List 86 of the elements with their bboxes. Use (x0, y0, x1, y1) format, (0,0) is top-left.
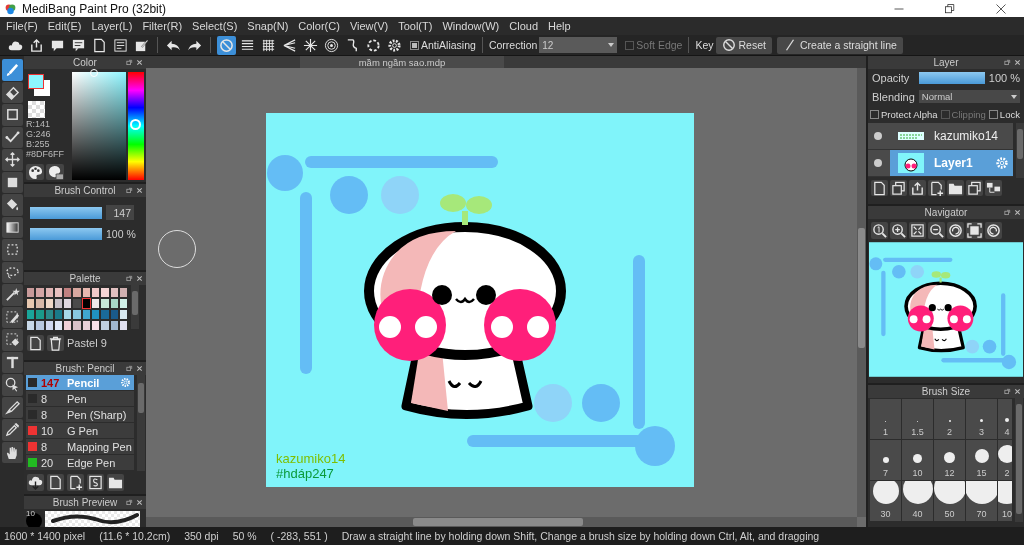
blending-label: Blending (872, 90, 915, 103)
brush-size-preset[interactable]: 15 (966, 440, 997, 480)
status-text: 50 % (232, 530, 257, 542)
brush-item[interactable]: 8 Pen (26, 391, 134, 407)
panel-title: Brush Preview (52, 497, 118, 508)
status-text: Draw a straight line by holding down Shift, Change a brush size by holding down Ctrl, Alt, and dragging (341, 530, 820, 542)
rgb-value: R:141 (26, 119, 52, 129)
straight-line-button[interactable]: Create a straight line (776, 36, 903, 54)
panel-title: Brush Size (921, 386, 971, 397)
brush-size-preset[interactable]: 1 (870, 399, 901, 439)
rgb-value: G:246 (26, 129, 52, 139)
brush-item[interactable]: 8 Pen (Sharp) (26, 407, 134, 423)
brush-size-preset[interactable]: 4 (998, 399, 1012, 439)
brush-size-preset[interactable]: 2 (998, 440, 1012, 480)
reset-button[interactable]: Reset (715, 36, 772, 54)
brush-size-preset[interactable]: 50 (934, 481, 965, 521)
brush-size-preset[interactable]: 7 (870, 440, 901, 480)
brush-item[interactable]: 10 G Pen (26, 423, 134, 439)
correction-label: Correction (488, 39, 538, 51)
brush-size-preset[interactable]: 40 (902, 481, 933, 521)
panel-title: Palette (69, 273, 101, 284)
menu-item[interactable]: Help (544, 20, 575, 32)
soft-edge-label: Soft Edge (636, 39, 683, 51)
menu-item[interactable]: Layer(L) (87, 20, 137, 32)
status-text: ( -283, 551 ) (270, 530, 328, 542)
brush-size-preset[interactable]: 30 (870, 481, 901, 521)
window-title: MediBang Paint Pro (32bit) (22, 1, 167, 16)
option-label: Protect Alpha (881, 109, 938, 120)
brush-name: Pencil (67, 376, 101, 389)
brush-preview-size: 10 (26, 509, 35, 518)
brush-size: 147 (41, 376, 61, 389)
layer-name: kazumiko14 (934, 129, 999, 143)
menu-item[interactable]: Snap(N) (243, 20, 293, 32)
menu-item[interactable]: Cloud (505, 20, 542, 32)
option-label: Clipping (951, 109, 986, 120)
brush-size-preset[interactable]: 10 (998, 481, 1012, 521)
panel-title: Brush Control (54, 185, 116, 196)
hex-value: #8DF6FF (26, 149, 65, 159)
brush-size-field[interactable]: 147 (106, 205, 134, 220)
brush-size: 8 (41, 440, 49, 453)
brush-name: Mapping Pen (67, 440, 133, 453)
menu-item[interactable]: Edit(E) (43, 20, 86, 32)
panel-title: Brush: Pencil (55, 363, 115, 374)
antialiasing-label: AntiAliasing (421, 39, 476, 51)
brush-size: 10 (41, 424, 55, 437)
panel-title: Color (73, 57, 97, 68)
opacity-label: Opacity (872, 72, 910, 84)
menu-item[interactable]: Filter(R) (138, 20, 187, 32)
status-text: (11.6 * 10.2cm) (99, 530, 171, 542)
document-tab[interactable]: mầm ngầm sao.mdp (300, 56, 504, 68)
opacity-value: 100 % (106, 228, 136, 240)
brush-item[interactable]: 8 Mapping Pen (26, 439, 134, 455)
signature-text: kazumiko14 (276, 451, 346, 466)
brush-size-preset[interactable]: 70 (966, 481, 997, 521)
layer-name: Layer1 (934, 156, 973, 170)
brush-name: G Pen (67, 424, 100, 437)
brush-item[interactable]: 20 Edge Pen (26, 455, 134, 471)
brush-name: Edge Pen (67, 456, 117, 469)
brush-size: 8 (41, 392, 49, 405)
menu-item[interactable]: File(F) (2, 20, 42, 32)
key-label: Key (695, 39, 714, 51)
menu-item[interactable]: View(V) (345, 20, 393, 32)
brush-size-preset[interactable]: 12 (934, 440, 965, 480)
opacity-value: 100 % (988, 72, 1020, 84)
brush-size: 20 (41, 456, 55, 469)
menu-item[interactable]: Window(W) (438, 20, 504, 32)
blending-dropdown[interactable]: Normal (918, 90, 1020, 103)
brush-size-preset[interactable]: 2 (934, 399, 965, 439)
brush-size-preset[interactable]: 3 (966, 399, 997, 439)
brush-name: Pen (67, 392, 88, 405)
menu-item[interactable]: Select(S) (188, 20, 242, 32)
panel-title: Navigator (924, 207, 968, 218)
brush-size: 8 (41, 408, 49, 421)
status-text: 350 dpi (184, 530, 219, 542)
palette-name: Pastel 9 (67, 337, 107, 349)
option-label: Lock (999, 109, 1020, 120)
menu-item[interactable]: Tool(T) (394, 20, 437, 32)
brush-size-preset[interactable]: 10 (902, 440, 933, 480)
rgb-value: B:255 (26, 139, 51, 149)
brush-size-preset[interactable]: 1.5 (902, 399, 933, 439)
panel-title: Layer (933, 57, 959, 68)
status-text: 1600 * 1400 pixel (4, 530, 86, 542)
signature-text: #hdáp247 (276, 466, 334, 481)
menu-item[interactable]: Color(C) (294, 20, 344, 32)
brush-name: Pen (Sharp) (67, 408, 128, 421)
correction-dropdown[interactable]: 12 (539, 37, 618, 53)
